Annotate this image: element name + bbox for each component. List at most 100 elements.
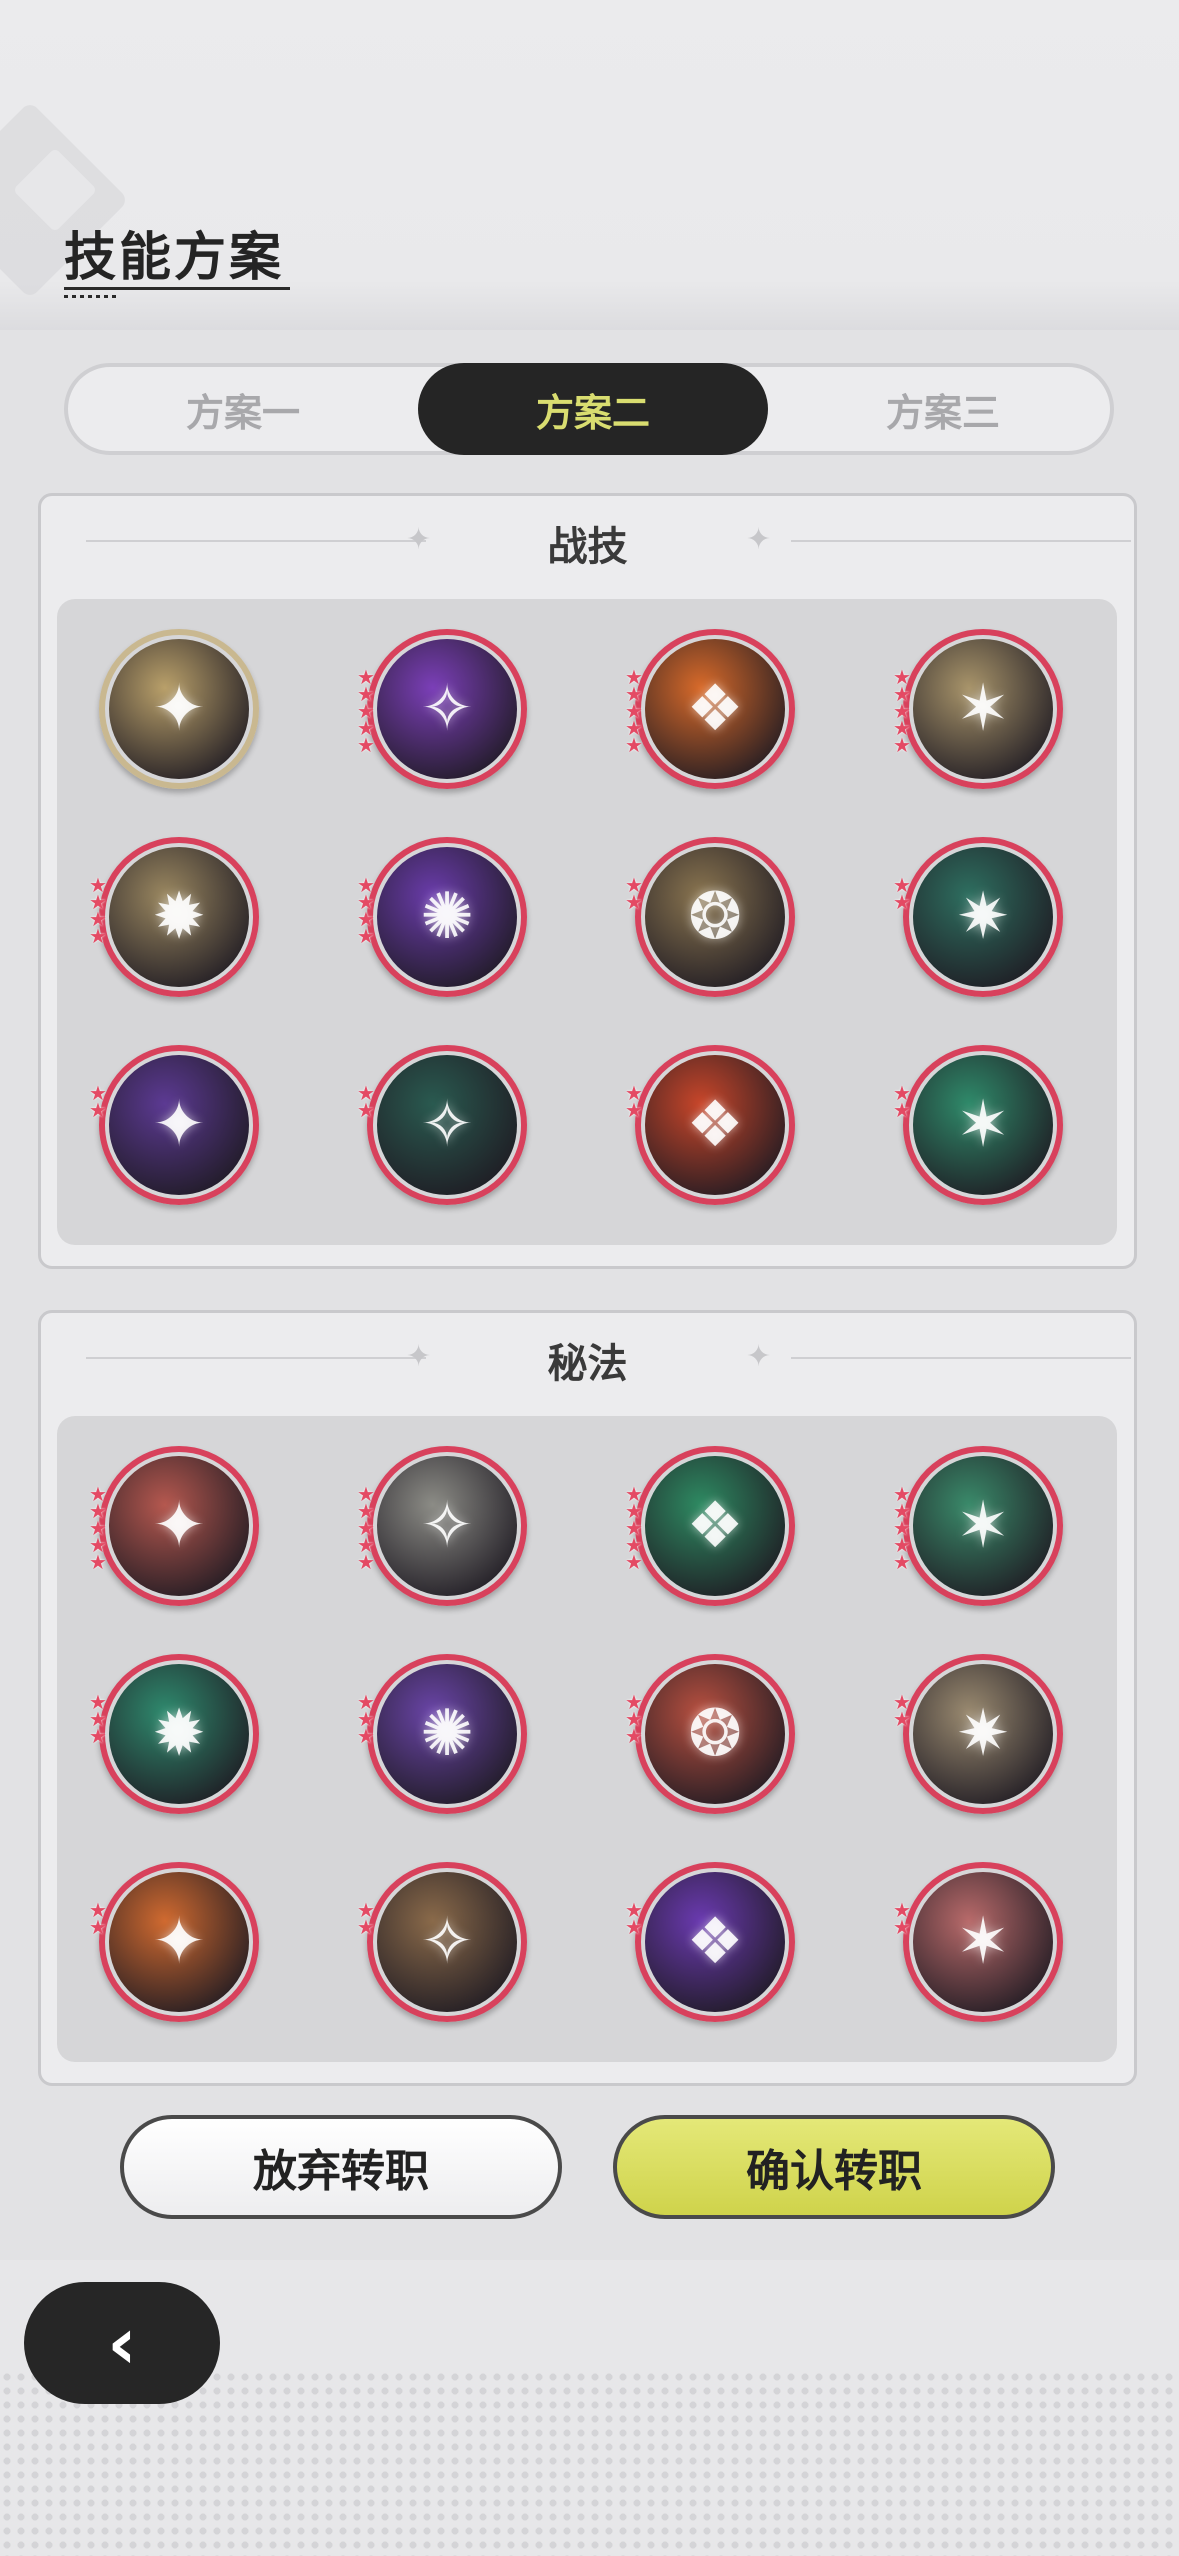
star-icon: ★ [89, 1098, 107, 1122]
star-rank: ★ ★ [625, 1900, 645, 1939]
star-rank: ★ ★ ★ ★ [89, 875, 109, 948]
star-icon: ★ [357, 1724, 375, 1748]
sparkle-icon: ✦ [746, 1339, 772, 1374]
chevron-left-icon: ‹ [107, 2301, 137, 2385]
arcane-skill-red-wind-icon[interactable]: ✶ ★ ★ [893, 1862, 1063, 2022]
star-icon: ★ [625, 1098, 643, 1122]
star-icon: ★ [625, 1915, 643, 1939]
arcane-skill-purple-figure-icon[interactable]: ✺ ★ ★ ★ [357, 1654, 527, 1814]
star-icon: ★ [625, 890, 643, 914]
star-rank: ★ ★ [89, 1083, 109, 1122]
arcane-skill-orange-fire-figure-icon[interactable]: ✦ ★ ★ [89, 1862, 259, 2022]
arcane-skill-red-strike-icon[interactable]: ✦ ★ ★ ★ ★ ★ [89, 1446, 259, 1606]
star-rank: ★ ★ ★ ★ ★ [89, 1484, 109, 1574]
skill-ring [635, 1654, 795, 1814]
arcane-skill-green-swirl-arrows-icon[interactable]: ✶ ★ ★ ★ ★ ★ [893, 1446, 1063, 1606]
star-rank: ★ ★ [89, 1900, 109, 1939]
arcane-skill-grid: ✦ ★ ★ ★ ★ ★ ✧ ★ ★ ★ ★ ★ ❖ ★ ★ ★ ★ ★ ✶ ★ ★ ★ ★ ★ ✹ ★ ★ ★ ✺ ★ ★ ★ ❂ ★ ★ ★ ✷ ★ ★ ✦… [57, 1416, 1117, 2062]
combat-skill-gold-eruption-icon[interactable]: ❂ ★ ★ [625, 837, 795, 997]
title-underline [64, 287, 290, 290]
combat-skill-green-barrier-arrows-icon[interactable]: ✶ ★ ★ [893, 1045, 1063, 1205]
star-rank: ★ ★ [625, 875, 645, 914]
combat-section-title: 战技 [547, 524, 628, 570]
skill-ring [99, 1045, 259, 1205]
star-rank: ★ ★ ★ ★ ★ [625, 667, 645, 757]
combat-section-header: ✦ 战技 ✦ [41, 496, 1134, 588]
combat-skill-purple-star-slash-icon[interactable]: ✺ ★ ★ ★ ★ [357, 837, 527, 997]
abandon-job-change-button[interactable]: 放弃转职 [120, 2115, 562, 2219]
arcane-skill-gold-leaf-icon[interactable]: ✷ ★ ★ [893, 1654, 1063, 1814]
skill-ring [99, 1862, 259, 2022]
star-icon: ★ [89, 924, 107, 948]
arcane-skill-white-warrior-icon[interactable]: ✧ ★ ★ ★ ★ ★ [357, 1446, 527, 1606]
combat-skill-purple-claw-icon[interactable]: ✦ ★ ★ [89, 1045, 259, 1205]
star-rank: ★ ★ ★ [625, 1692, 645, 1748]
combat-skill-purple-heart-burst-icon[interactable]: ✧ ★ ★ ★ ★ ★ [357, 629, 527, 789]
header-line-right [791, 1357, 1131, 1359]
star-rank: ★ ★ ★ [357, 1692, 377, 1748]
star-icon: ★ [89, 1915, 107, 1939]
skill-ring [367, 1654, 527, 1814]
arcane-section: ✦ 秘法 ✦ ✦ ★ ★ ★ ★ ★ ✧ ★ ★ ★ ★ ★ ❖ ★ ★ ★ ★ ★ ✶ ★ ★ ★ ★ ★ ✹ ★ ★ ★ ✺ ★ ★ ★ ❂… [38, 1310, 1137, 2086]
star-icon: ★ [893, 890, 911, 914]
star-rank: ★ ★ ★ ★ ★ [625, 1484, 645, 1574]
tab-scheme-2[interactable]: 方案二 [418, 363, 768, 455]
star-rank: ★ ★ [893, 875, 913, 914]
arcane-skill-heart-shield-icon[interactable]: ✧ ★ ★ [357, 1862, 527, 2022]
star-rank: ★ ★ ★ ★ [357, 875, 377, 948]
star-icon: ★ [893, 1550, 911, 1574]
combat-skill-grid: ✦ ✧ ★ ★ ★ ★ ★ ❖ ★ ★ ★ ★ ★ ✶ ★ ★ ★ ★ ★ ✹ ★ ★ ★ ★ ✺ ★ ★ ★ ★ ❂ ★ ★ ✷ ★ ★ ✦ ★ ★ ✧ ★… [57, 599, 1117, 1245]
arcane-skill-green-lotus-icon[interactable]: ✹ ★ ★ ★ [89, 1654, 259, 1814]
skill-ring [99, 1654, 259, 1814]
tab-scheme-1[interactable]: 方案一 [68, 363, 418, 455]
arcane-section-header: ✦ 秘法 ✦ [41, 1313, 1134, 1405]
skill-ring [367, 1446, 527, 1606]
star-icon: ★ [89, 1724, 107, 1748]
star-rank: ★ ★ [357, 1900, 377, 1937]
page-title: 技能方案 [64, 228, 285, 288]
star-rank: ★ ★ ★ ★ ★ [357, 667, 377, 755]
arcane-skill-green-leaf-blade-icon[interactable]: ❖ ★ ★ ★ ★ ★ [625, 1446, 795, 1606]
back-button[interactable]: ‹ [24, 2282, 220, 2404]
combat-skill-green-crescent-icon[interactable]: ✷ ★ ★ [893, 837, 1063, 997]
combat-skill-gold-spikes-icon[interactable]: ✹ ★ ★ ★ ★ [89, 837, 259, 997]
sparkle-icon: ✦ [746, 522, 772, 557]
skill-ring [635, 837, 795, 997]
combat-skill-gold-crescent-slash-icon[interactable]: ✦ [99, 629, 259, 789]
star-icon: ★ [893, 1707, 911, 1731]
star-rank: ★ ★ ★ ★ ★ [893, 1484, 913, 1574]
combat-skill-fire-slash-icon[interactable]: ❖ ★ ★ [625, 1045, 795, 1205]
tab-scheme-3[interactable]: 方案三 [768, 363, 1118, 455]
star-icon: ★ [89, 1550, 107, 1574]
star-icon: ★ [625, 1724, 643, 1748]
skill-ring [903, 629, 1063, 789]
arcane-skill-red-flame-icon[interactable]: ❂ ★ ★ ★ [625, 1654, 795, 1814]
star-icon: ★ [357, 924, 375, 948]
arcane-skill-purple-fire-icon[interactable]: ❖ ★ ★ [625, 1862, 795, 2022]
star-rank: ★ ★ ★ ★ ★ [893, 667, 913, 757]
skill-ring [99, 629, 259, 789]
title-dots [64, 295, 116, 298]
arcane-section-title: 秘法 [547, 1341, 628, 1387]
combat-section: ✦ 战技 ✦ ✦ ✧ ★ ★ ★ ★ ★ ❖ ★ ★ ★ ★ ★ ✶ ★ ★ ★ ★ ★ ✹ ★ ★ ★ ★ ✺ ★ ★ ★ ★ ❂ ★ ★ ✷… [38, 493, 1137, 1269]
confirm-job-change-button[interactable]: 确认转职 [613, 2115, 1055, 2219]
header-line-right [791, 540, 1131, 542]
skill-ring [903, 1446, 1063, 1606]
skill-ring [635, 1862, 795, 2022]
star-rank: ★ ★ [625, 1083, 645, 1122]
star-icon: ★ [625, 733, 643, 757]
combat-skill-gold-star-burst-icon[interactable]: ✶ ★ ★ ★ ★ ★ [893, 629, 1063, 789]
combat-skill-fire-tornado-icon[interactable]: ❖ ★ ★ ★ ★ ★ [625, 629, 795, 789]
combat-skill-green-web-icon[interactable]: ✧ ★ ★ [357, 1045, 527, 1205]
skill-ring [367, 1045, 527, 1205]
star-icon: ★ [357, 1098, 375, 1122]
skill-ring [367, 837, 527, 997]
skill-ring [367, 629, 527, 789]
skill-ring [903, 1654, 1063, 1814]
star-icon: ★ [893, 733, 911, 757]
skill-ring [635, 1045, 795, 1205]
star-icon: ★ [625, 1550, 643, 1574]
skill-ring [635, 1446, 795, 1606]
star-icon: ★ [893, 1098, 911, 1122]
star-rank: ★ ★ ★ ★ ★ [357, 1484, 377, 1572]
